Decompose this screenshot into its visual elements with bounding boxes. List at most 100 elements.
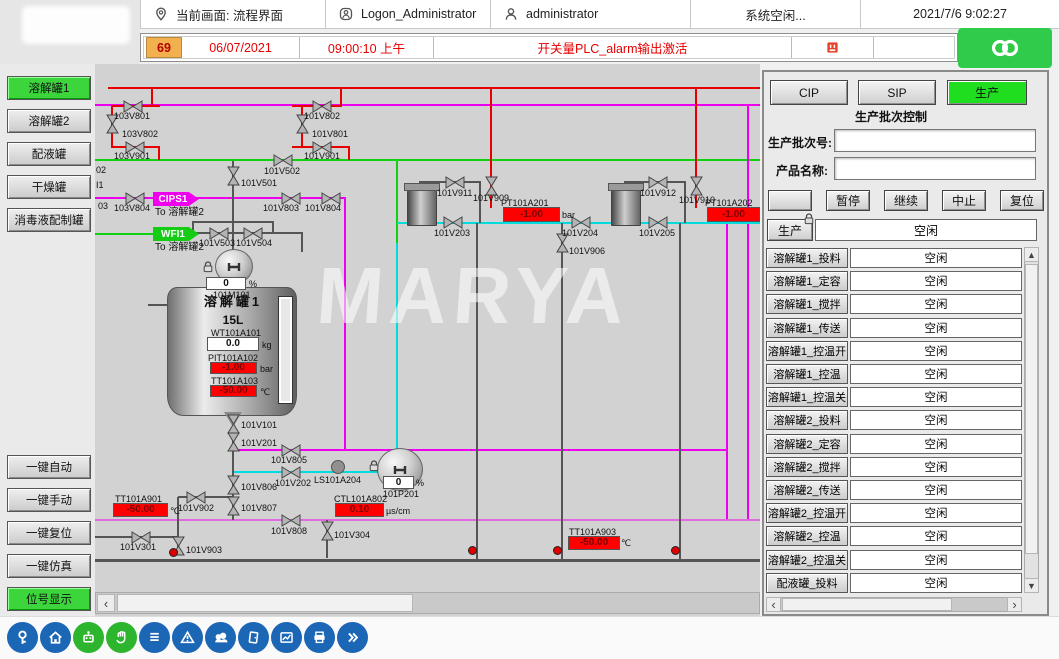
phase-status-溶解罐2_控温开: 空闲 [850,503,1022,523]
phase-button-溶解罐1_控温开[interactable]: 溶解罐1_控温开 [766,341,848,361]
alarm-ack-cell [792,37,874,58]
sidebar-item-一键复位[interactable]: 一键复位 [7,521,91,545]
product-name-input[interactable] [834,157,1036,180]
sidebar-item-配液罐[interactable]: 配液罐 [7,142,91,166]
phase-button-溶解罐1_定容[interactable]: 溶解罐1_定容 [766,271,848,291]
control-button-继续[interactable]: 继续 [884,190,928,211]
valve-label-101V304: 101V304 [334,530,370,540]
instrument-tag-PT101A202: PT101A202 [705,198,753,208]
sidebar-item-干燥罐[interactable]: 干燥罐 [7,175,91,199]
diagram-hscrollbar-thumb[interactable] [117,594,413,612]
instrument-value-TT101A901: -50.00 [113,503,168,517]
valve-label-101V203: 101V203 [434,228,470,238]
panel-vscrollbar-up[interactable]: ▲ [1024,247,1039,262]
pipe-segment [340,88,342,105]
toolbar-alarm-icon[interactable] [172,622,203,653]
chain-icon [987,37,1023,59]
phase-status-溶解罐1_传送: 空闲 [850,318,1022,338]
phase-button-溶解罐2_投料[interactable]: 溶解罐2_投料 [766,410,848,430]
datetime-label: 2021/7/6 9:02:27 [913,7,1007,21]
location-icon [153,6,169,22]
alarm-ack-icon[interactable] [825,40,840,55]
sidebar-item-消毒液配制罐[interactable]: 消毒液配制罐 [7,208,91,232]
phase-button-溶解罐1_搅拌[interactable]: 溶解罐1_搅拌 [766,294,848,314]
pipe-segment [232,449,728,451]
valve-101V501[interactable] [227,166,240,191]
toolbar-door-icon[interactable] [238,622,269,653]
phase-button-溶解罐2_控温[interactable]: 溶解罐2_控温 [766,526,848,546]
toolbar-users-icon[interactable] [205,622,236,653]
valve-label-101V807: 101V807 [241,503,277,513]
sidebar-item-一键手动[interactable]: 一键手动 [7,488,91,512]
panel-hscrollbar-right[interactable]: › [1007,597,1022,612]
drain-valve-indicator[interactable] [468,546,477,555]
instrument-value-101M101: 0 [206,277,246,290]
batch-no-input[interactable] [834,129,1036,152]
valve-label-101V202: 101V202 [275,478,311,488]
toolbar-manual-icon[interactable] [106,622,137,653]
diagram-hscrollbar-left[interactable]: ‹ [97,594,115,612]
valve-label-101V502: 101V502 [264,166,300,176]
pipe-segment [396,243,398,473]
toolbar-trend-icon[interactable] [271,622,302,653]
phase-button-溶解罐1_控温[interactable]: 溶解罐1_控温 [766,364,848,384]
connection-button[interactable] [958,28,1052,68]
pipe-segment [726,222,728,521]
phase-button-溶解罐2_定容[interactable]: 溶解罐2_定容 [766,434,848,454]
phase-status-溶解罐2_控温: 空闲 [850,526,1022,546]
alarm-empty-cell [874,37,944,58]
panel-hscrollbar-left[interactable]: ‹ [766,597,781,612]
alarm-bar: 69 06/07/2021 09:00:10 上午 开关量PLC_alarm输出… [140,33,958,62]
phase-button-溶解罐2_搅拌[interactable]: 溶解罐2_搅拌 [766,457,848,477]
batch-no-label: 生产批次号: [768,134,832,151]
watermark: MARYA [314,250,633,342]
panel-hscrollbar-thumb[interactable] [782,598,952,611]
valve-label-101V503: 101V503 [199,238,235,248]
sidebar-item-位号显示[interactable]: 位号显示 [7,587,91,611]
control-button-blank[interactable] [768,190,812,211]
control-button-中止[interactable]: 中止 [942,190,986,211]
header-current-screen: 当前画面: 流程界面 [140,0,325,29]
valve-label-101V911: 101V911 [437,188,472,198]
pipe-segment [95,233,157,235]
toolbar-more-icon[interactable] [337,622,368,653]
phase-button-溶解罐1_控温关[interactable]: 溶解罐1_控温关 [766,387,848,407]
phase-button-配液罐_投料[interactable]: 配液罐_投料 [766,573,848,593]
toolbar-key-icon[interactable] [7,622,38,653]
control-button-暂停[interactable]: 暂停 [826,190,870,211]
sidebar-item-溶解罐2[interactable]: 溶解罐2 [7,109,91,133]
sidebar-item-一键自动[interactable]: 一键自动 [7,455,91,479]
valve-101V807[interactable] [227,496,240,521]
panel-vscrollbar-thumb[interactable] [1025,264,1038,554]
valve-label-101V802: 101V802 [304,111,340,121]
toolbar-list-icon[interactable] [139,622,170,653]
phase-status-溶解罐1_搅拌: 空闲 [850,294,1022,314]
panel-button-SIP[interactable]: SIP [858,80,936,105]
instrument-unit-TT101A901: ℃ [170,506,180,516]
phase-button-溶解罐1_投料[interactable]: 溶解罐1_投料 [766,248,848,268]
vent-filter-cap [608,183,644,191]
panel-button-生产[interactable]: 生产 [947,80,1027,105]
panel-vscrollbar-down[interactable]: ▼ [1024,578,1039,593]
valve-label-101V301: 101V301 [120,542,156,552]
phase-button-溶解罐2_控温开[interactable]: 溶解罐2_控温开 [766,503,848,523]
sidebar-item-溶解罐1[interactable]: 溶解罐1 [7,76,91,100]
drain-valve-indicator[interactable] [169,548,178,557]
toolbar-report-icon[interactable] [304,622,335,653]
drain-valve-indicator[interactable] [553,546,562,555]
phase-button-溶解罐1_传送[interactable]: 溶解罐1_传送 [766,318,848,338]
sidebar-item-一键仿真[interactable]: 一键仿真 [7,554,91,578]
pipe-segment [679,223,681,560]
lock-icon [804,213,814,225]
control-button-复位[interactable]: 复位 [1000,190,1044,211]
pipe-segment [148,304,168,306]
valve-101V201[interactable] [227,432,240,457]
phase-button-溶解罐2_控温关[interactable]: 溶解罐2_控温关 [766,550,848,570]
supply-dest-CIPS1: To 溶解罐2 [155,208,204,218]
phase-button-溶解罐2_传送[interactable]: 溶解罐2_传送 [766,480,848,500]
drain-valve-indicator[interactable] [671,546,680,555]
valve-101V304[interactable] [321,521,334,546]
panel-button-CIP[interactable]: CIP [770,80,848,105]
toolbar-home-icon[interactable] [40,622,71,653]
toolbar-auto-icon[interactable] [73,622,104,653]
